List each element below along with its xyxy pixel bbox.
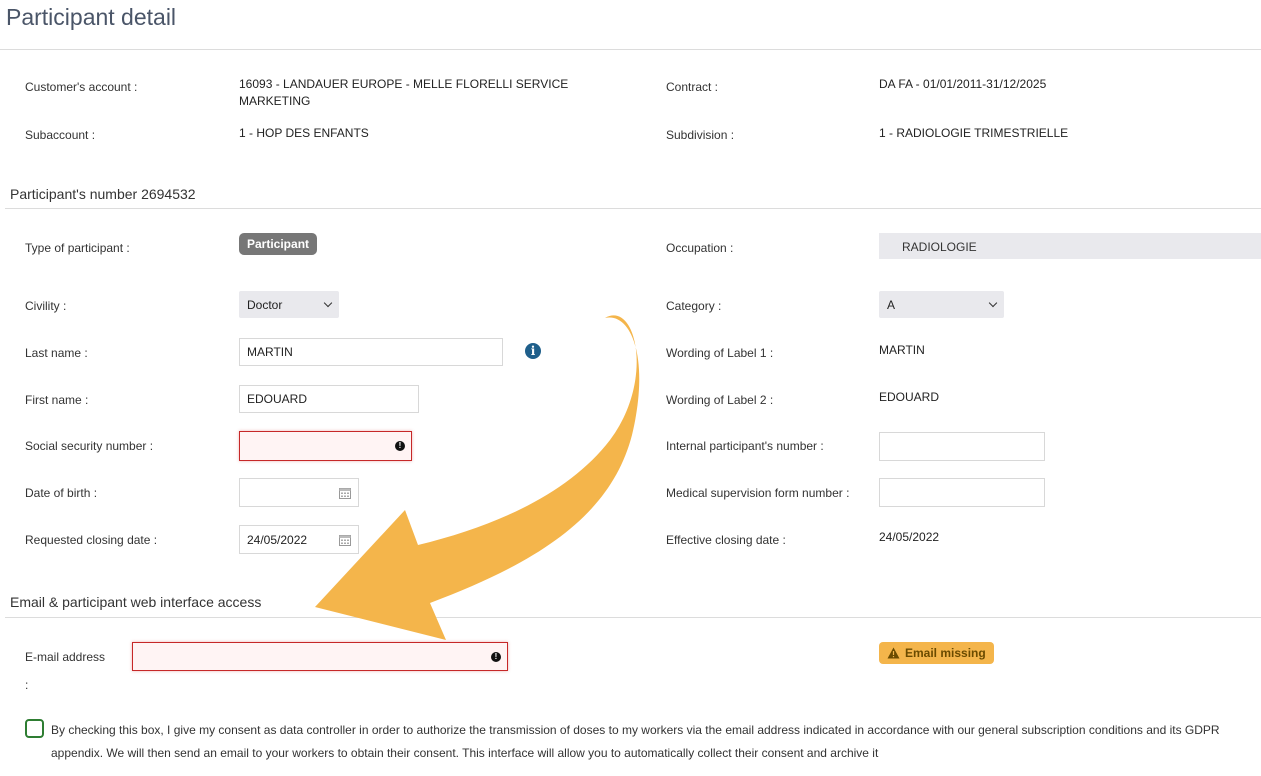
participant-type-badge: Participant	[239, 233, 318, 255]
email-address-label: E-mail address	[25, 650, 106, 664]
medical-form-input[interactable]	[879, 478, 1045, 507]
calendar-icon[interactable]	[339, 534, 351, 546]
category-selected-value: A	[887, 297, 896, 312]
subaccount-label: Subaccount :	[25, 128, 96, 142]
calendar-icon[interactable]	[339, 487, 351, 499]
category-select[interactable]: A	[879, 291, 1004, 318]
divider	[5, 208, 1261, 209]
wording-label-2-value: EDOUARD	[879, 390, 940, 404]
requested-closing-date-value: 24/05/2022	[247, 532, 308, 547]
divider	[5, 617, 1261, 618]
wording-label-1-label: Wording of Label 1 :	[666, 346, 774, 360]
email-address-label-colon: :	[25, 678, 29, 692]
social-security-input[interactable]: !	[239, 431, 412, 461]
requested-closing-date-input[interactable]: 24/05/2022	[239, 525, 359, 554]
page-title: Participant detail	[6, 4, 177, 30]
email-missing-badge: Email missing	[879, 642, 994, 664]
last-name-value: MARTIN	[247, 345, 293, 359]
effective-closing-date-value: 24/05/2022	[879, 530, 940, 544]
email-input[interactable]: !	[132, 642, 508, 671]
medical-form-label: Medical supervision form number :	[666, 486, 850, 500]
wording-label-2-label: Wording of Label 2 :	[666, 393, 774, 407]
requested-closing-date-label: Requested closing date :	[25, 533, 158, 547]
contract-label: Contract :	[666, 80, 719, 94]
subaccount-value: 1 - HOP DES ENFANTS	[239, 126, 369, 140]
contract-value: DA FA - 01/01/2011-31/12/2025	[879, 77, 1047, 91]
first-name-input[interactable]: EDOUARD	[239, 385, 419, 413]
effective-closing-date-label: Effective closing date :	[666, 533, 786, 547]
participant-section-title: Participant's number 2694532	[10, 186, 196, 202]
customer-account-value: 16093 - LANDAUER EUROPE - MELLE FLORELLI…	[239, 77, 569, 108]
warning-icon	[887, 647, 900, 659]
email-missing-text: Email missing	[905, 646, 986, 660]
civility-selected-value: Doctor	[247, 297, 283, 312]
subdivision-value: 1 - RADIOLOGIE TRIMESTRIELLE	[879, 126, 1069, 140]
divider	[0, 49, 1261, 50]
internal-number-label: Internal participant's number :	[666, 439, 824, 453]
wording-label-1-value: MARTIN	[879, 343, 925, 357]
info-icon[interactable]: i	[525, 343, 541, 359]
chevron-down-icon	[988, 298, 998, 308]
date-of-birth-label: Date of birth :	[25, 486, 98, 500]
consent-checkbox[interactable]	[25, 719, 44, 738]
category-label: Category :	[666, 299, 722, 313]
date-of-birth-input[interactable]	[239, 478, 359, 507]
error-icon: !	[395, 441, 405, 451]
civility-select[interactable]: Doctor	[239, 291, 339, 318]
chevron-down-icon	[323, 298, 333, 308]
type-of-participant-label: Type of participant :	[25, 241, 130, 255]
customer-account-label: Customer's account :	[25, 80, 138, 94]
consent-text: By checking this box, I give my consent …	[51, 723, 1220, 760]
subdivision-label: Subdivision :	[666, 128, 735, 142]
occupation-label: Occupation :	[666, 241, 734, 255]
occupation-value: RADIOLOGIE	[879, 233, 1261, 259]
last-name-label: Last name :	[25, 346, 88, 360]
first-name-label: First name :	[25, 393, 89, 407]
social-security-label: Social security number :	[25, 439, 154, 453]
email-section-title: Email & participant web interface access	[10, 594, 262, 610]
civility-label: Civility :	[25, 299, 67, 313]
internal-number-input[interactable]	[879, 432, 1045, 461]
first-name-value: EDOUARD	[247, 392, 308, 406]
last-name-input[interactable]: MARTIN	[239, 338, 503, 366]
error-icon: !	[491, 651, 501, 662]
